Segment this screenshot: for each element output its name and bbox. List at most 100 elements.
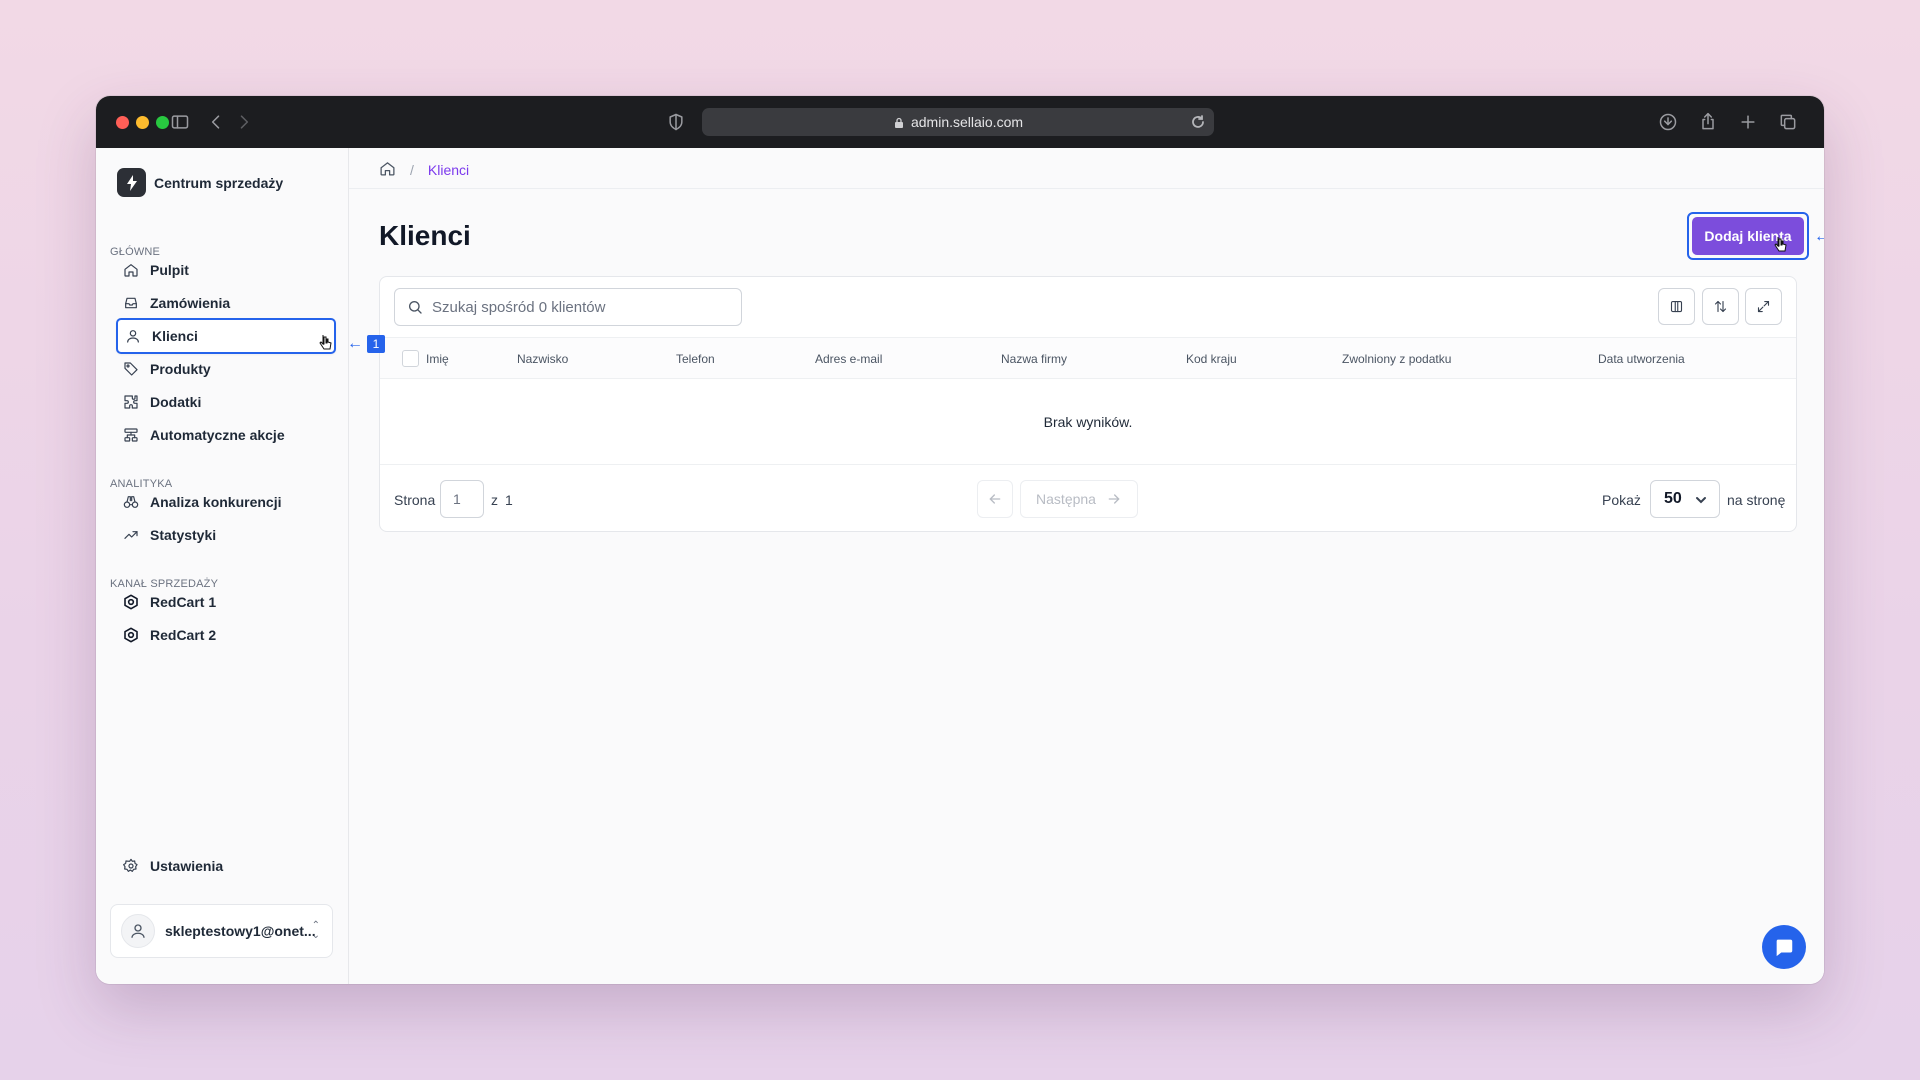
column-header[interactable]: Imię [426,352,449,366]
next-page-label: Następna [1036,491,1096,507]
privacy-shield-icon[interactable] [664,110,688,134]
brand[interactable]: Centrum sprzedaży [117,168,283,197]
annotation-marker-2: ← 2 [1814,228,1824,246]
hand-cursor-icon [1774,237,1787,252]
sidebar-item-competition[interactable]: Analiza konkurencji [116,484,336,520]
page-number-input[interactable]: 1 [440,480,484,518]
expand-icon [1757,300,1770,313]
sidebar: Centrum sprzedaży GŁÓWNE Pulpit Zamówien… [96,148,349,984]
sidebar-item-redcart1[interactable]: RedCart 1 [116,584,336,620]
close-window-button[interactable] [116,116,129,129]
sidebar-item-automation[interactable]: Automatyczne akcje [116,417,336,453]
page-label: Strona [394,492,436,508]
minimize-window-button[interactable] [136,116,149,129]
home-icon[interactable] [379,160,396,180]
arrow-left-icon: ← [1814,228,1824,245]
sidebar-item-label: Pulpit [150,262,189,278]
add-client-button[interactable]: Dodaj klienta [1692,217,1804,255]
column-header[interactable]: Nazwa firmy [1001,352,1067,366]
chat-support-button[interactable] [1762,925,1806,969]
sidebar-item-settings[interactable]: Ustawienia [116,848,336,884]
column-header[interactable]: Zwolniony z podatku [1342,352,1451,366]
gear-icon [122,857,140,875]
user-email: skleptestowy1@onet... [165,923,316,939]
workflow-icon [122,426,140,444]
clients-table-card: Szukaj spośród 0 klientów Imię Nazwisko … [379,276,1797,532]
sidebar-item-label: Zamówienia [150,295,231,311]
chevron-up-down-icon: ⌃ ⌄ [311,920,320,941]
sidebar-item-products[interactable]: Produkty [116,351,336,387]
per-page-suffix: na stronę [1727,492,1786,508]
binoculars-icon [122,493,140,511]
back-icon[interactable] [204,110,228,134]
per-page-select[interactable]: 50 [1650,480,1720,518]
brand-name: Centrum sprzedaży [154,174,284,191]
channel-hexagon-icon [122,626,140,644]
next-page-button[interactable]: Następna [1020,480,1138,518]
show-label: Pokaż [1602,492,1641,508]
arrow-right-icon [1108,494,1120,504]
sidebar-toggle-icon[interactable] [168,110,192,134]
previous-page-button[interactable] [977,480,1013,518]
sort-button[interactable] [1702,288,1739,325]
sidebar-item-label: RedCart 1 [150,594,217,610]
url-text: admin.sellaio.com [910,114,1024,130]
home-icon [122,261,140,279]
avatar-icon [121,914,155,948]
share-icon[interactable] [1696,110,1720,134]
user-icon [124,327,142,345]
brand-logo-icon [117,168,146,197]
browser-titlebar: admin.sellaio.com [96,96,1824,148]
sidebar-item-clients[interactable]: Klienci [116,318,336,354]
user-menu[interactable]: skleptestowy1@onet... ⌃ ⌄ [110,904,333,958]
column-header[interactable]: Data utworzenia [1598,352,1685,366]
fullscreen-button[interactable] [1745,288,1782,325]
arrow-left-icon [989,494,1001,504]
column-header[interactable]: Kod kraju [1186,352,1237,366]
pagination: Strona 1 z 1 Następna Pokaż 50 na stronę [380,465,1796,533]
sidebar-item-label: RedCart 2 [150,627,217,643]
inbox-icon [122,294,140,312]
chevron-down-icon [1696,497,1706,504]
download-icon[interactable] [1656,110,1680,134]
tag-icon [122,360,140,378]
sort-arrows-icon [1714,300,1727,313]
breadcrumb-current[interactable]: Klienci [428,162,469,178]
main-content: / Klienci Klienci Dodaj klienta ← 2 Szuk… [349,148,1824,984]
empty-state-text: Brak wyników. [380,379,1796,465]
tab-overview-icon[interactable] [1776,110,1800,134]
sidebar-item-redcart2[interactable]: RedCart 2 [116,617,336,653]
search-input[interactable]: Szukaj spośród 0 klientów [394,288,742,326]
column-header[interactable]: Telefon [676,352,715,366]
of-label: z [491,492,498,508]
column-header[interactable]: Nazwisko [517,352,568,366]
column-header[interactable]: Adres e-mail [815,352,882,366]
chat-bubble-icon [1776,939,1793,957]
add-button-highlight: Dodaj klienta [1687,212,1809,260]
trending-up-icon [122,526,140,544]
select-all-checkbox[interactable] [402,350,419,367]
table-header: Imię Nazwisko Telefon Adres e-mail Nazwa… [380,337,1796,379]
channel-hexagon-icon [122,593,140,611]
sidebar-item-label: Klienci [152,328,198,344]
sidebar-item-stats[interactable]: Statystyki [116,517,336,553]
sidebar-item-dashboard[interactable]: Pulpit [116,252,336,288]
breadcrumb: / Klienci [379,160,469,180]
puzzle-icon [122,393,140,411]
forward-icon[interactable] [232,110,256,134]
sidebar-item-label: Statystyki [150,527,217,543]
sidebar-item-label: Automatyczne akcje [150,427,285,443]
new-tab-icon[interactable] [1736,110,1760,134]
browser-window: admin.sellaio.com Centrum sprzedaży GŁÓW… [96,96,1824,984]
sidebar-item-orders[interactable]: Zamówienia [116,285,336,321]
annotation-number: 1 [367,335,385,353]
sidebar-item-label: Produkty [150,361,211,377]
sidebar-item-label: Analiza konkurencji [150,494,282,510]
search-icon [409,301,422,314]
reload-icon[interactable] [1190,114,1206,130]
columns-button[interactable] [1658,288,1695,325]
app-content: Centrum sprzedaży GŁÓWNE Pulpit Zamówien… [96,148,1824,984]
sidebar-item-addons[interactable]: Dodatki [116,384,336,420]
address-bar[interactable]: admin.sellaio.com [702,108,1214,136]
header-divider [349,188,1824,189]
